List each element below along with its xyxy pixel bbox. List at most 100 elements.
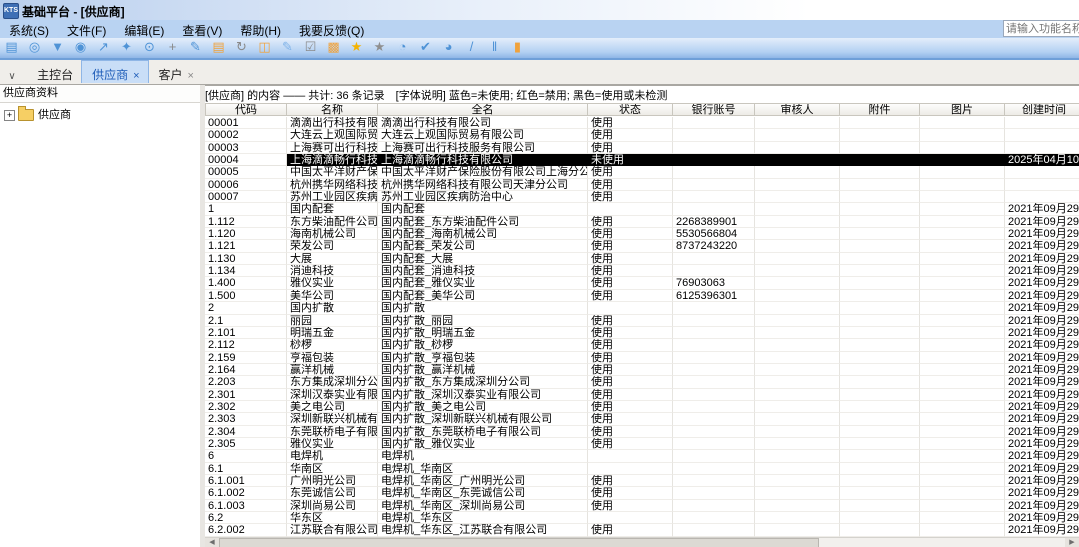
report-icon[interactable]: ▤ xyxy=(210,39,227,55)
cell-图片 xyxy=(920,524,1005,536)
sign-icon[interactable]: / xyxy=(463,39,480,55)
edit-record-icon[interactable]: ✎ xyxy=(187,39,204,55)
table-row[interactable]: 2.304东莞联桥电子有限公国内扩散_东莞联桥电子有限公司使用2021年09月2… xyxy=(205,426,1079,438)
table-row[interactable]: 00007苏州工业园区疾病预苏州工业园区疾病防治中心使用 xyxy=(205,191,1079,203)
modify-icon[interactable]: ✎ xyxy=(279,39,296,55)
time-icon[interactable]: ◕ xyxy=(440,39,457,55)
table-row[interactable]: 6.2.002江苏联合有限公司电焊机_华东区_江苏联合有限公司使用2021年09… xyxy=(205,524,1079,536)
flash-icon[interactable]: ◉ xyxy=(72,39,89,55)
table-row[interactable]: 1.112东方柴油配件公司国内配套_东方柴油配件公司使用226838990120… xyxy=(205,216,1079,228)
audit-icon[interactable]: ☑ xyxy=(302,39,319,55)
table-row[interactable]: 1.120海南机械公司国内配套_海南机械公司使用55305668042021年0… xyxy=(205,228,1079,240)
table-row[interactable]: 6.2华东区电焊机_华东区2021年09月29日 0 xyxy=(205,512,1079,524)
table-row[interactable]: 2.112桫椤国内扩散_桫椤使用2021年09月29日 0 xyxy=(205,339,1079,351)
table-row[interactable]: 6.1华南区电焊机_华南区2021年09月29日 0 xyxy=(205,463,1079,475)
print-icon[interactable]: ▤ xyxy=(3,39,20,55)
export-icon[interactable]: ↗ xyxy=(95,39,112,55)
table-row[interactable]: 00003上海赛可出行科技服上海赛可出行科技服务有限公司使用 xyxy=(205,142,1079,154)
tab-供应商[interactable]: 供应商× xyxy=(81,60,148,83)
tab-close-icon[interactable]: × xyxy=(188,70,194,82)
tab-close-icon[interactable]: × xyxy=(133,70,139,82)
column-header-审核人[interactable]: 审核人 xyxy=(755,103,840,116)
column-header-状态[interactable]: 状态 xyxy=(588,103,673,116)
horizontal-scrollbar[interactable]: ◀ ▶ xyxy=(205,537,1079,547)
table-row[interactable]: 1.121荣发公司国内配套_荣发公司使用87372432202021年09月29… xyxy=(205,240,1079,252)
column-header-全名[interactable]: 全名 xyxy=(378,103,588,116)
column-header-名称[interactable]: 名称 xyxy=(287,103,378,116)
add-record-icon[interactable]: + xyxy=(164,39,181,55)
table-row[interactable]: 2.101明瑞五金国内扩散_明瑞五金使用2021年09月29日 0 xyxy=(205,327,1079,339)
tools-icon[interactable]: ✦ xyxy=(118,39,135,55)
table-row[interactable]: 6电焊机电焊机2021年09月29日 0 xyxy=(205,450,1079,462)
table-row[interactable]: 2.302美之电公司国内扩散_美之电公司使用2021年09月29日 0 xyxy=(205,401,1079,413)
table-row[interactable]: 2国内扩散国内扩散2021年09月29日 0 xyxy=(205,302,1079,314)
menu-item[interactable]: 帮助(H) xyxy=(231,20,290,38)
table-row[interactable]: 00002大连云上观国际贸易大连云上观国际贸易有限公司使用 xyxy=(205,129,1079,141)
table-row[interactable]: 00001滴滴出行科技有限公滴滴出行科技有限公司使用 xyxy=(205,117,1079,129)
table-row[interactable]: 1.134消迪科技国内配套_消迪科技使用2021年09月29日 0 xyxy=(205,265,1079,277)
table-row[interactable]: 2.301深圳汉泰实业有限公国内扩散_深圳汉泰实业有限公司使用2021年09月2… xyxy=(205,389,1079,401)
function-search-input[interactable] xyxy=(1003,20,1079,37)
cell-附件 xyxy=(840,450,920,462)
column-header-银行账号[interactable]: 银行账号 xyxy=(673,103,755,116)
table-row[interactable]: 2.303深圳新联兴机械有限国内扩散_深圳新联兴机械有限公司使用2021年09月… xyxy=(205,413,1079,425)
scrollbar-thumb[interactable] xyxy=(219,538,819,547)
cell-名称: 荣发公司 xyxy=(287,240,378,252)
stats-icon[interactable]: ◔ xyxy=(394,39,411,55)
cell-名称: 美华公司 xyxy=(287,290,378,302)
menu-item[interactable]: 我要反馈(Q) xyxy=(290,20,373,38)
approve-icon[interactable]: ✔ xyxy=(417,39,434,55)
table-row[interactable]: 2.305雅仪实业国内扩散_雅仪实业使用2021年09月29日 0 xyxy=(205,438,1079,450)
table-row[interactable]: 00005中国太平洋财产保险中国太平洋财产保险股份有限公司上海分公司使用 xyxy=(205,166,1079,178)
table-row[interactable]: 1.130大展国内配套_大展使用2021年09月29日 0 xyxy=(205,253,1079,265)
table-row[interactable]: 6.1.002东莞诚信公司电焊机_华南区_东莞诚信公司使用2021年09月29日… xyxy=(205,487,1079,499)
cell-创建时间: 2021年09月29日 0 xyxy=(1005,500,1079,512)
table-row[interactable]: 2.159亨福包装国内扩散_亨福包装使用2021年09月29日 0 xyxy=(205,352,1079,364)
search-icon[interactable]: ⊙ xyxy=(141,39,158,55)
menu-item[interactable]: 系统(S) xyxy=(0,20,58,38)
column-header-创建时间[interactable]: 创建时间 xyxy=(1005,103,1079,116)
table-row[interactable]: 6.1.003深圳尚易公司电焊机_华南区_深圳尚易公司使用2021年09月29日… xyxy=(205,500,1079,512)
menu-item[interactable]: 文件(F) xyxy=(58,20,115,38)
cell-名称: 电焊机 xyxy=(287,450,378,462)
table-row[interactable]: 1.400雅仪实业国内配套_雅仪实业使用769030632021年09月29日 … xyxy=(205,277,1079,289)
tree-item-supplier-root[interactable]: +供应商 xyxy=(4,108,71,122)
table-row[interactable]: 00004上海滴滴畅行科技有上海滴滴畅行科技有限公司未使用2025年04月10日… xyxy=(205,154,1079,166)
tab-客户[interactable]: 客户× xyxy=(149,61,202,84)
pause-icon[interactable]: ‖ xyxy=(486,39,503,55)
cell-名称: 大连云上观国际贸易 xyxy=(287,129,378,141)
scroll-left-button[interactable]: ◀ xyxy=(205,538,219,547)
tree-expand-icon[interactable]: + xyxy=(4,110,15,121)
table-row[interactable]: 2.164赢洋机械国内扩散_赢洋机械使用2021年09月29日 0 xyxy=(205,364,1079,376)
table-row[interactable]: 00006杭州携华网络科技有杭州携华网络科技有限公司天津分公司使用 xyxy=(205,179,1079,191)
menu-item[interactable]: 查看(V) xyxy=(173,20,231,38)
cell-状态: 使用 xyxy=(588,327,673,339)
favorite-icon[interactable]: ★ xyxy=(348,39,365,55)
table-row[interactable]: 2.203东方集成深圳分公司国内扩散_东方集成深圳分公司使用2021年09月29… xyxy=(205,376,1079,388)
exit-icon[interactable]: ▮ xyxy=(509,39,526,55)
table-row[interactable]: 2.1丽园国内扩散_丽园使用2021年09月29日 0 xyxy=(205,315,1079,327)
revert-icon[interactable]: ↻ xyxy=(233,39,250,55)
delete-icon[interactable]: ◫ xyxy=(256,39,273,55)
filter-icon[interactable]: ▼ xyxy=(49,39,66,55)
unfavorite-icon[interactable]: ★ xyxy=(371,39,388,55)
tab-主控台[interactable]: 主控台 xyxy=(27,61,81,84)
cell-全名: 国内配套_美华公司 xyxy=(378,290,588,302)
cell-代码: 00005 xyxy=(205,166,287,178)
table-row[interactable]: 6.1.001广州明光公司电焊机_华南区_广州明光公司使用2021年09月29日… xyxy=(205,475,1079,487)
column-header-附件[interactable]: 附件 xyxy=(840,103,920,116)
toolbar: ▤ ◎ ▼ ◉ ↗ ✦ ⊙ + ✎ ▤ ↻ ◫ ✎ ☑ ▩ ★ ★ ◔ ✔ ◕ / ‖ ▮ xyxy=(0,38,1079,60)
cell-审核人 xyxy=(755,154,840,166)
menu-item[interactable]: 编辑(E) xyxy=(115,20,173,38)
cell-全名: 国内扩散_丽园 xyxy=(378,315,588,327)
column-header-图片[interactable]: 图片 xyxy=(920,103,1005,116)
refresh-icon[interactable]: ◎ xyxy=(26,39,43,55)
package-icon[interactable]: ▩ xyxy=(325,39,342,55)
scroll-right-button[interactable]: ▶ xyxy=(1065,538,1079,547)
table-row[interactable]: 1国内配套国内配套2021年09月29日 0 xyxy=(205,203,1079,215)
table-row[interactable]: 1.500美华公司国内配套_美华公司使用61253963012021年09月29… xyxy=(205,290,1079,302)
column-header-代码[interactable]: 代码 xyxy=(205,103,287,116)
cell-名称: 广州明光公司 xyxy=(287,475,378,487)
cell-名称: 杭州携华网络科技有 xyxy=(287,179,378,191)
tab-list-chevron-icon[interactable]: ∨ xyxy=(0,65,24,82)
